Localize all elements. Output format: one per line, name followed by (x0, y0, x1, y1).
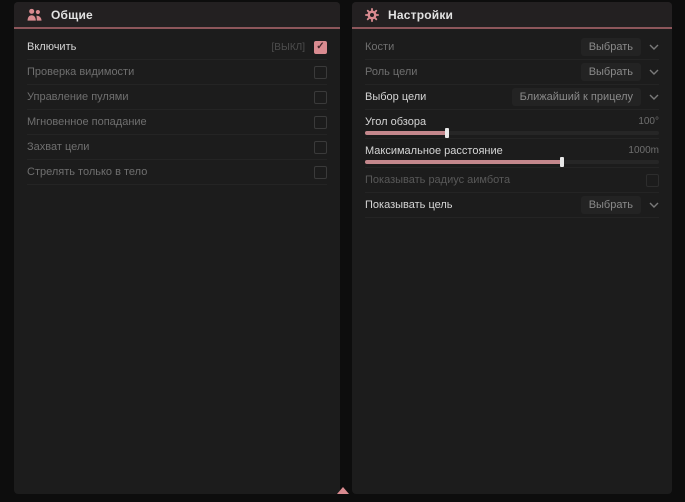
chevron-down-icon (649, 69, 659, 75)
target-role-select[interactable]: Выбрать (581, 63, 659, 81)
general-panel-title: Общие (51, 8, 93, 22)
chevron-down-icon (649, 202, 659, 208)
select-label: Выбор цели (365, 91, 512, 103)
select-label: Роль цели (365, 66, 581, 78)
slider-value: 100° (638, 116, 659, 127)
slider-thumb[interactable] (445, 128, 449, 138)
toggle-label: Стрелять только в тело (27, 166, 314, 178)
settings-panel-title: Настройки (388, 8, 453, 22)
toggle-label: Мгновенное попадание (27, 116, 314, 128)
users-icon (27, 8, 42, 22)
select-label: Показывать цель (365, 199, 581, 211)
select-value[interactable]: Выбрать (581, 38, 641, 56)
slider-row-fov: Угол обзора 100° (365, 110, 659, 139)
toggle-label: Захват цели (27, 141, 314, 153)
max-distance-slider[interactable] (365, 160, 659, 164)
toggle-label: Показывать радиус аимбота (365, 174, 646, 186)
checkbox-enable[interactable]: ✓ (314, 41, 327, 54)
slider-label: Угол обзора (365, 116, 638, 128)
chevron-down-icon (649, 44, 659, 50)
show-target-select[interactable]: Выбрать (581, 196, 659, 214)
checkbox-target-lock[interactable] (314, 141, 327, 154)
select-value[interactable]: Выбрать (581, 63, 641, 81)
toggle-row-visibility-check[interactable]: Проверка видимости (27, 60, 327, 85)
settings-panel-body: Кости Выбрать Роль цели Выбрать Выбор це… (352, 29, 672, 218)
checkmark-icon: ✓ (316, 42, 324, 52)
toggle-label: Включить (27, 41, 272, 53)
toggle-row-enable[interactable]: Включить [ВЫКЛ] ✓ (27, 35, 327, 60)
select-value[interactable]: Ближайший к прицелу (512, 88, 641, 106)
checkbox-body-only[interactable] (314, 166, 327, 179)
select-row-target-selection[interactable]: Выбор цели Ближайший к прицелу (365, 85, 659, 110)
slider-thumb[interactable] (560, 157, 564, 167)
select-value[interactable]: Выбрать (581, 196, 641, 214)
select-row-bones[interactable]: Кости Выбрать (365, 35, 659, 60)
slider-value: 1000m (628, 145, 659, 156)
general-panel-header: Общие (14, 2, 340, 29)
slider-fill (365, 160, 562, 164)
slider-row-max-distance: Максимальное расстояние 1000m (365, 139, 659, 168)
toggle-label: Управление пулями (27, 91, 314, 103)
toggle-row-body-only[interactable]: Стрелять только в тело (27, 160, 327, 185)
slider-fill (365, 131, 447, 135)
slider-label: Максимальное расстояние (365, 145, 628, 157)
toggle-label: Проверка видимости (27, 66, 314, 78)
checkbox-show-aimbot-radius[interactable] (646, 174, 659, 187)
general-panel-body: Включить [ВЫКЛ] ✓ Проверка видимости Упр… (14, 29, 340, 185)
select-label: Кости (365, 41, 581, 53)
toggle-row-instant-hit[interactable]: Мгновенное попадание (27, 110, 327, 135)
bones-select[interactable]: Выбрать (581, 38, 659, 56)
keybind-badge[interactable]: [ВЫКЛ] (272, 42, 305, 53)
settings-panel-header: Настройки (352, 2, 672, 29)
toggle-row-target-lock[interactable]: Захват цели (27, 135, 327, 160)
checkbox-bullet-control[interactable] (314, 91, 327, 104)
fov-slider[interactable] (365, 131, 659, 135)
toggle-row-bullet-control[interactable]: Управление пулями (27, 85, 327, 110)
toggle-row-show-aimbot-radius[interactable]: Показывать радиус аимбота (365, 168, 659, 193)
checkbox-visibility-check[interactable] (314, 66, 327, 79)
checkbox-instant-hit[interactable] (314, 116, 327, 129)
chevron-down-icon (649, 94, 659, 100)
select-row-show-target[interactable]: Показывать цель Выбрать (365, 193, 659, 218)
target-selection-select[interactable]: Ближайший к прицелу (512, 88, 659, 106)
general-panel: Общие Включить [ВЫКЛ] ✓ Проверка видимос… (14, 2, 340, 494)
select-row-target-role[interactable]: Роль цели Выбрать (365, 60, 659, 85)
settings-panel: Настройки Кости Выбрать Роль цели Выбрат… (352, 2, 672, 494)
cursor-icon (337, 487, 349, 494)
gear-icon (365, 8, 379, 22)
